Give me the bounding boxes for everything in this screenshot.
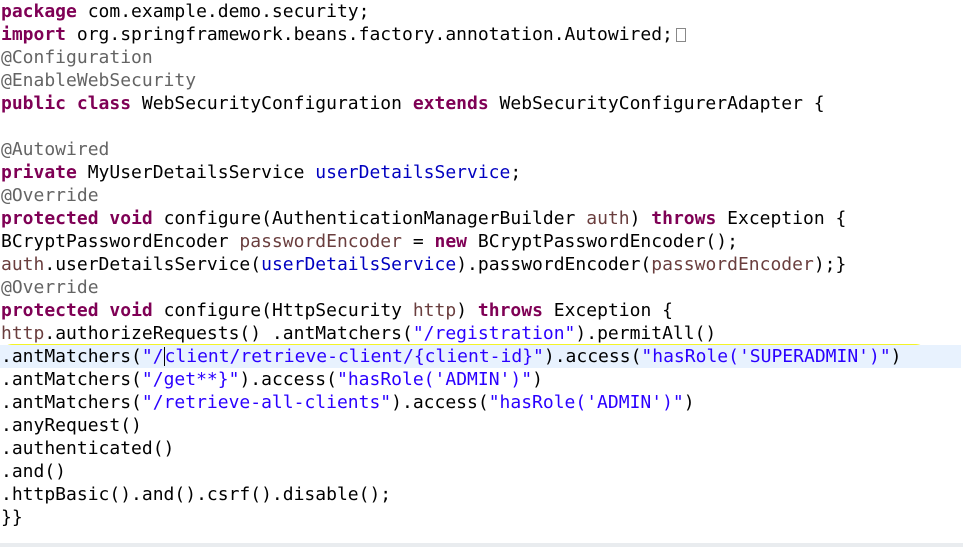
code-token: .antMatchers(	[1, 392, 142, 413]
code-token: MyUserDetailsService	[76, 162, 316, 183]
keyword-token: private	[1, 162, 77, 183]
annotation-token: @Override	[1, 277, 99, 298]
string-token: "/	[141, 346, 164, 367]
code-token: .authenticated()	[1, 438, 175, 459]
annotation-token: @Autowired	[1, 139, 110, 160]
code-line[interactable]: .antMatchers("/retrieve-all-clients").ac…	[1, 391, 961, 414]
code-token: }}	[1, 507, 23, 528]
keyword-token: void	[109, 300, 153, 321]
string-token: client/retrieve-client/{client-id}"	[164, 346, 544, 367]
code-line[interactable]: @EnableWebSecurity	[1, 69, 961, 92]
code-line[interactable]: http.authorizeRequests() .antMatchers("/…	[1, 322, 961, 345]
code-line[interactable]: @Configuration	[1, 46, 961, 69]
code-line[interactable]: import org.springframework.beans.factory…	[1, 23, 961, 46]
code-line[interactable]: .and()	[1, 460, 961, 483]
keyword-token: class	[76, 93, 132, 114]
keyword-token: new	[434, 231, 468, 252]
code-token: .antMatchers(	[1, 346, 142, 367]
parameter-token: http	[1, 323, 45, 344]
code-line[interactable]: .anyRequest()	[1, 414, 961, 437]
code-line[interactable]: private MyUserDetailsService userDetails…	[1, 161, 961, 184]
code-token: org.springframework.beans.factory.annota…	[66, 24, 673, 45]
code-line[interactable]: .antMatchers("/client/retrieve-client/{c…	[0, 345, 961, 368]
keyword-token: throws	[477, 300, 543, 321]
code-token: com.example.demo.security;	[76, 1, 370, 22]
keyword-token: void	[109, 208, 153, 229]
code-token: ).permitAll()	[575, 323, 717, 344]
code-token: WebSecurityConfiguration	[131, 93, 413, 114]
code-token: configure(AuthenticationManagerBuilder	[152, 208, 587, 229]
code-token: )	[629, 208, 652, 229]
keyword-token: protected	[1, 208, 99, 229]
code-token: );}	[813, 254, 847, 275]
code-line[interactable]: }}	[1, 506, 961, 529]
code-line[interactable]: @Autowired	[1, 138, 961, 161]
string-token: "hasRole('ADMIN')"	[336, 369, 533, 390]
code-lines[interactable]: package com.example.demo.security; import…	[0, 0, 961, 529]
parameter-token: passwordEncoder	[651, 254, 814, 275]
string-token: "/registration"	[412, 323, 576, 344]
keyword-token: package	[1, 1, 77, 22]
code-token: WebSecurityConfigurerAdapter {	[488, 93, 825, 114]
code-line[interactable]: .httpBasic().and().csrf().disable();	[1, 483, 961, 506]
keyword-token: protected	[1, 300, 99, 321]
code-token: ).access(	[543, 346, 642, 367]
code-token: .userDetailsService(	[44, 254, 262, 275]
code-token: Exception {	[716, 208, 847, 229]
code-line[interactable]: .authenticated()	[1, 437, 961, 460]
string-token: "hasRole('SUPERADMIN')"	[641, 346, 891, 367]
horizontal-scrollbar-track[interactable]	[0, 543, 963, 547]
code-line[interactable]: public class WebSecurityConfiguration ex…	[1, 92, 961, 115]
code-line[interactable]: @Override	[1, 276, 961, 299]
code-token: ).access(	[391, 392, 489, 413]
code-token: .anyRequest()	[1, 415, 142, 436]
code-line[interactable]: package com.example.demo.security;	[1, 0, 961, 23]
keyword-token: public	[1, 93, 67, 114]
code-token: )	[890, 346, 902, 367]
code-editor[interactable]: package com.example.demo.security; import…	[0, 0, 963, 547]
code-line[interactable]: auth.userDetailsService(userDetailsServi…	[1, 253, 961, 276]
code-token: .antMatchers(	[1, 369, 142, 390]
code-token: ;	[510, 162, 522, 183]
code-token: )	[683, 392, 695, 413]
parameter-token: http	[412, 300, 457, 321]
field-token: userDetailsService	[315, 162, 511, 183]
parameter-token: auth	[586, 208, 630, 229]
string-token: "hasRole('ADMIN')"	[488, 392, 684, 413]
keyword-token: import	[1, 24, 67, 45]
code-line[interactable]: .antMatchers("/get**}").access("hasRole(…	[1, 368, 961, 391]
string-token: "/get**}"	[141, 369, 240, 390]
code-line[interactable]: protected void configure(HttpSecurity ht…	[1, 299, 961, 322]
annotation-token: @Override	[1, 185, 99, 206]
annotation-token: @Configuration	[1, 47, 153, 68]
code-token: ).passwordEncoder(	[456, 254, 652, 275]
code-token: BCryptPasswordEncoder	[1, 231, 240, 252]
folded-imports-icon[interactable]	[675, 28, 686, 42]
code-token: .authorizeRequests() .antMatchers(	[44, 323, 413, 344]
parameter-token: passwordEncoder	[239, 231, 402, 252]
code-line[interactable]	[1, 115, 961, 138]
code-token: BCryptPasswordEncoder();	[467, 231, 738, 252]
keyword-token: throws	[651, 208, 717, 229]
string-token: "/retrieve-all-clients"	[141, 392, 392, 413]
code-token: .and()	[1, 461, 67, 482]
code-token: Exception {	[542, 300, 673, 321]
code-token: configure(HttpSecurity	[152, 300, 413, 321]
keyword-token: extends	[412, 93, 489, 114]
code-line[interactable]: @Override	[1, 184, 961, 207]
field-token: userDetailsService	[261, 254, 457, 275]
annotation-token: @EnableWebSecurity	[1, 70, 197, 91]
code-token: =	[401, 231, 435, 252]
code-token: )	[456, 300, 478, 321]
code-token: )	[532, 369, 543, 390]
code-line[interactable]: BCryptPasswordEncoder passwordEncoder = …	[1, 230, 961, 253]
code-line[interactable]: protected void configure(AuthenticationM…	[1, 207, 961, 230]
code-token: ).access(	[239, 369, 337, 390]
code-token: .httpBasic().and().csrf().disable();	[1, 484, 392, 505]
parameter-token: auth	[1, 254, 45, 275]
